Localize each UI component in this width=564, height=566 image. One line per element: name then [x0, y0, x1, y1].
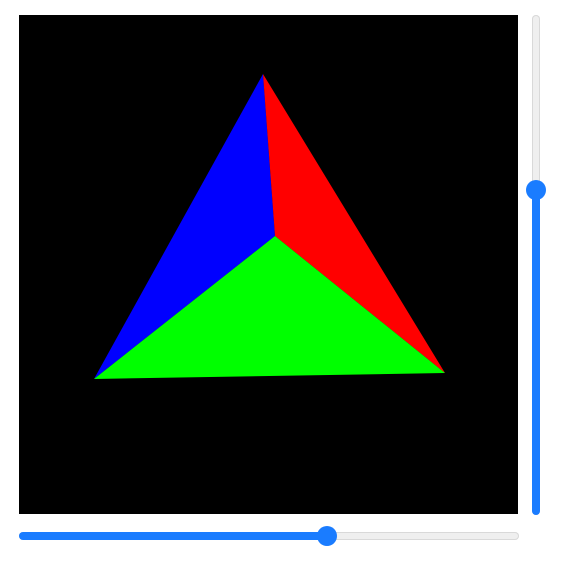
tetrahedron-view	[94, 74, 445, 379]
render-canvas[interactable]	[19, 15, 518, 514]
vertical-slider-fill	[532, 190, 540, 515]
horizontal-rotation-slider[interactable]	[19, 526, 519, 546]
vertical-rotation-slider[interactable]	[526, 15, 546, 515]
horizontal-slider-thumb[interactable]	[316, 526, 337, 546]
vertical-slider-thumb[interactable]	[526, 180, 546, 200]
horizontal-slider-fill	[19, 532, 327, 540]
